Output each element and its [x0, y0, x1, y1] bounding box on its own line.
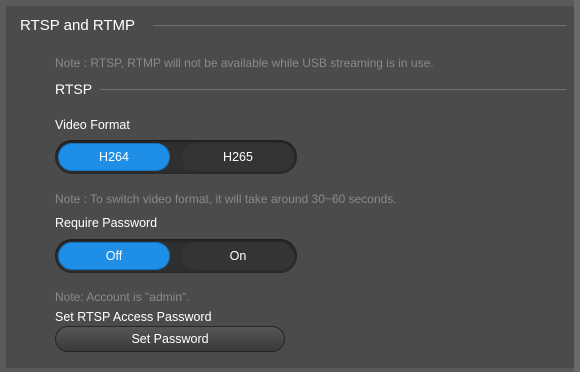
require-password-option-off[interactable]: Off: [58, 242, 170, 270]
video-format-toggle[interactable]: H264 H265: [55, 140, 297, 174]
account-note: Note: Account is "admin".: [55, 290, 190, 304]
rtsp-divider: [100, 88, 566, 90]
require-password-toggle[interactable]: Off On: [55, 239, 297, 273]
video-format-option-h265[interactable]: H265: [182, 143, 294, 171]
settings-frame: RTSP and RTMP Note : RTSP, RTMP will not…: [0, 0, 580, 372]
require-password-label: Require Password: [55, 216, 158, 230]
set-password-label: Set RTSP Access Password: [55, 310, 212, 324]
scrollbar-track[interactable]: [574, 0, 580, 372]
rtsp-subheader: RTSP: [55, 80, 566, 98]
video-format-note: Note : To switch video format, it will t…: [55, 192, 397, 206]
section-title: RTSP and RTMP: [20, 16, 136, 34]
set-password-button[interactable]: Set Password: [55, 326, 285, 352]
require-password-option-on[interactable]: On: [182, 242, 294, 270]
video-format-option-h264[interactable]: H264: [58, 143, 170, 171]
section-divider: [153, 24, 566, 26]
section-header: RTSP and RTMP: [20, 14, 566, 36]
usb-streaming-note: Note : RTSP, RTMP will not be available …: [55, 56, 434, 70]
video-format-label: Video Format: [55, 118, 130, 132]
rtsp-title: RTSP: [55, 81, 93, 97]
rtsp-rtmp-panel: RTSP and RTMP Note : RTSP, RTMP will not…: [6, 6, 574, 368]
